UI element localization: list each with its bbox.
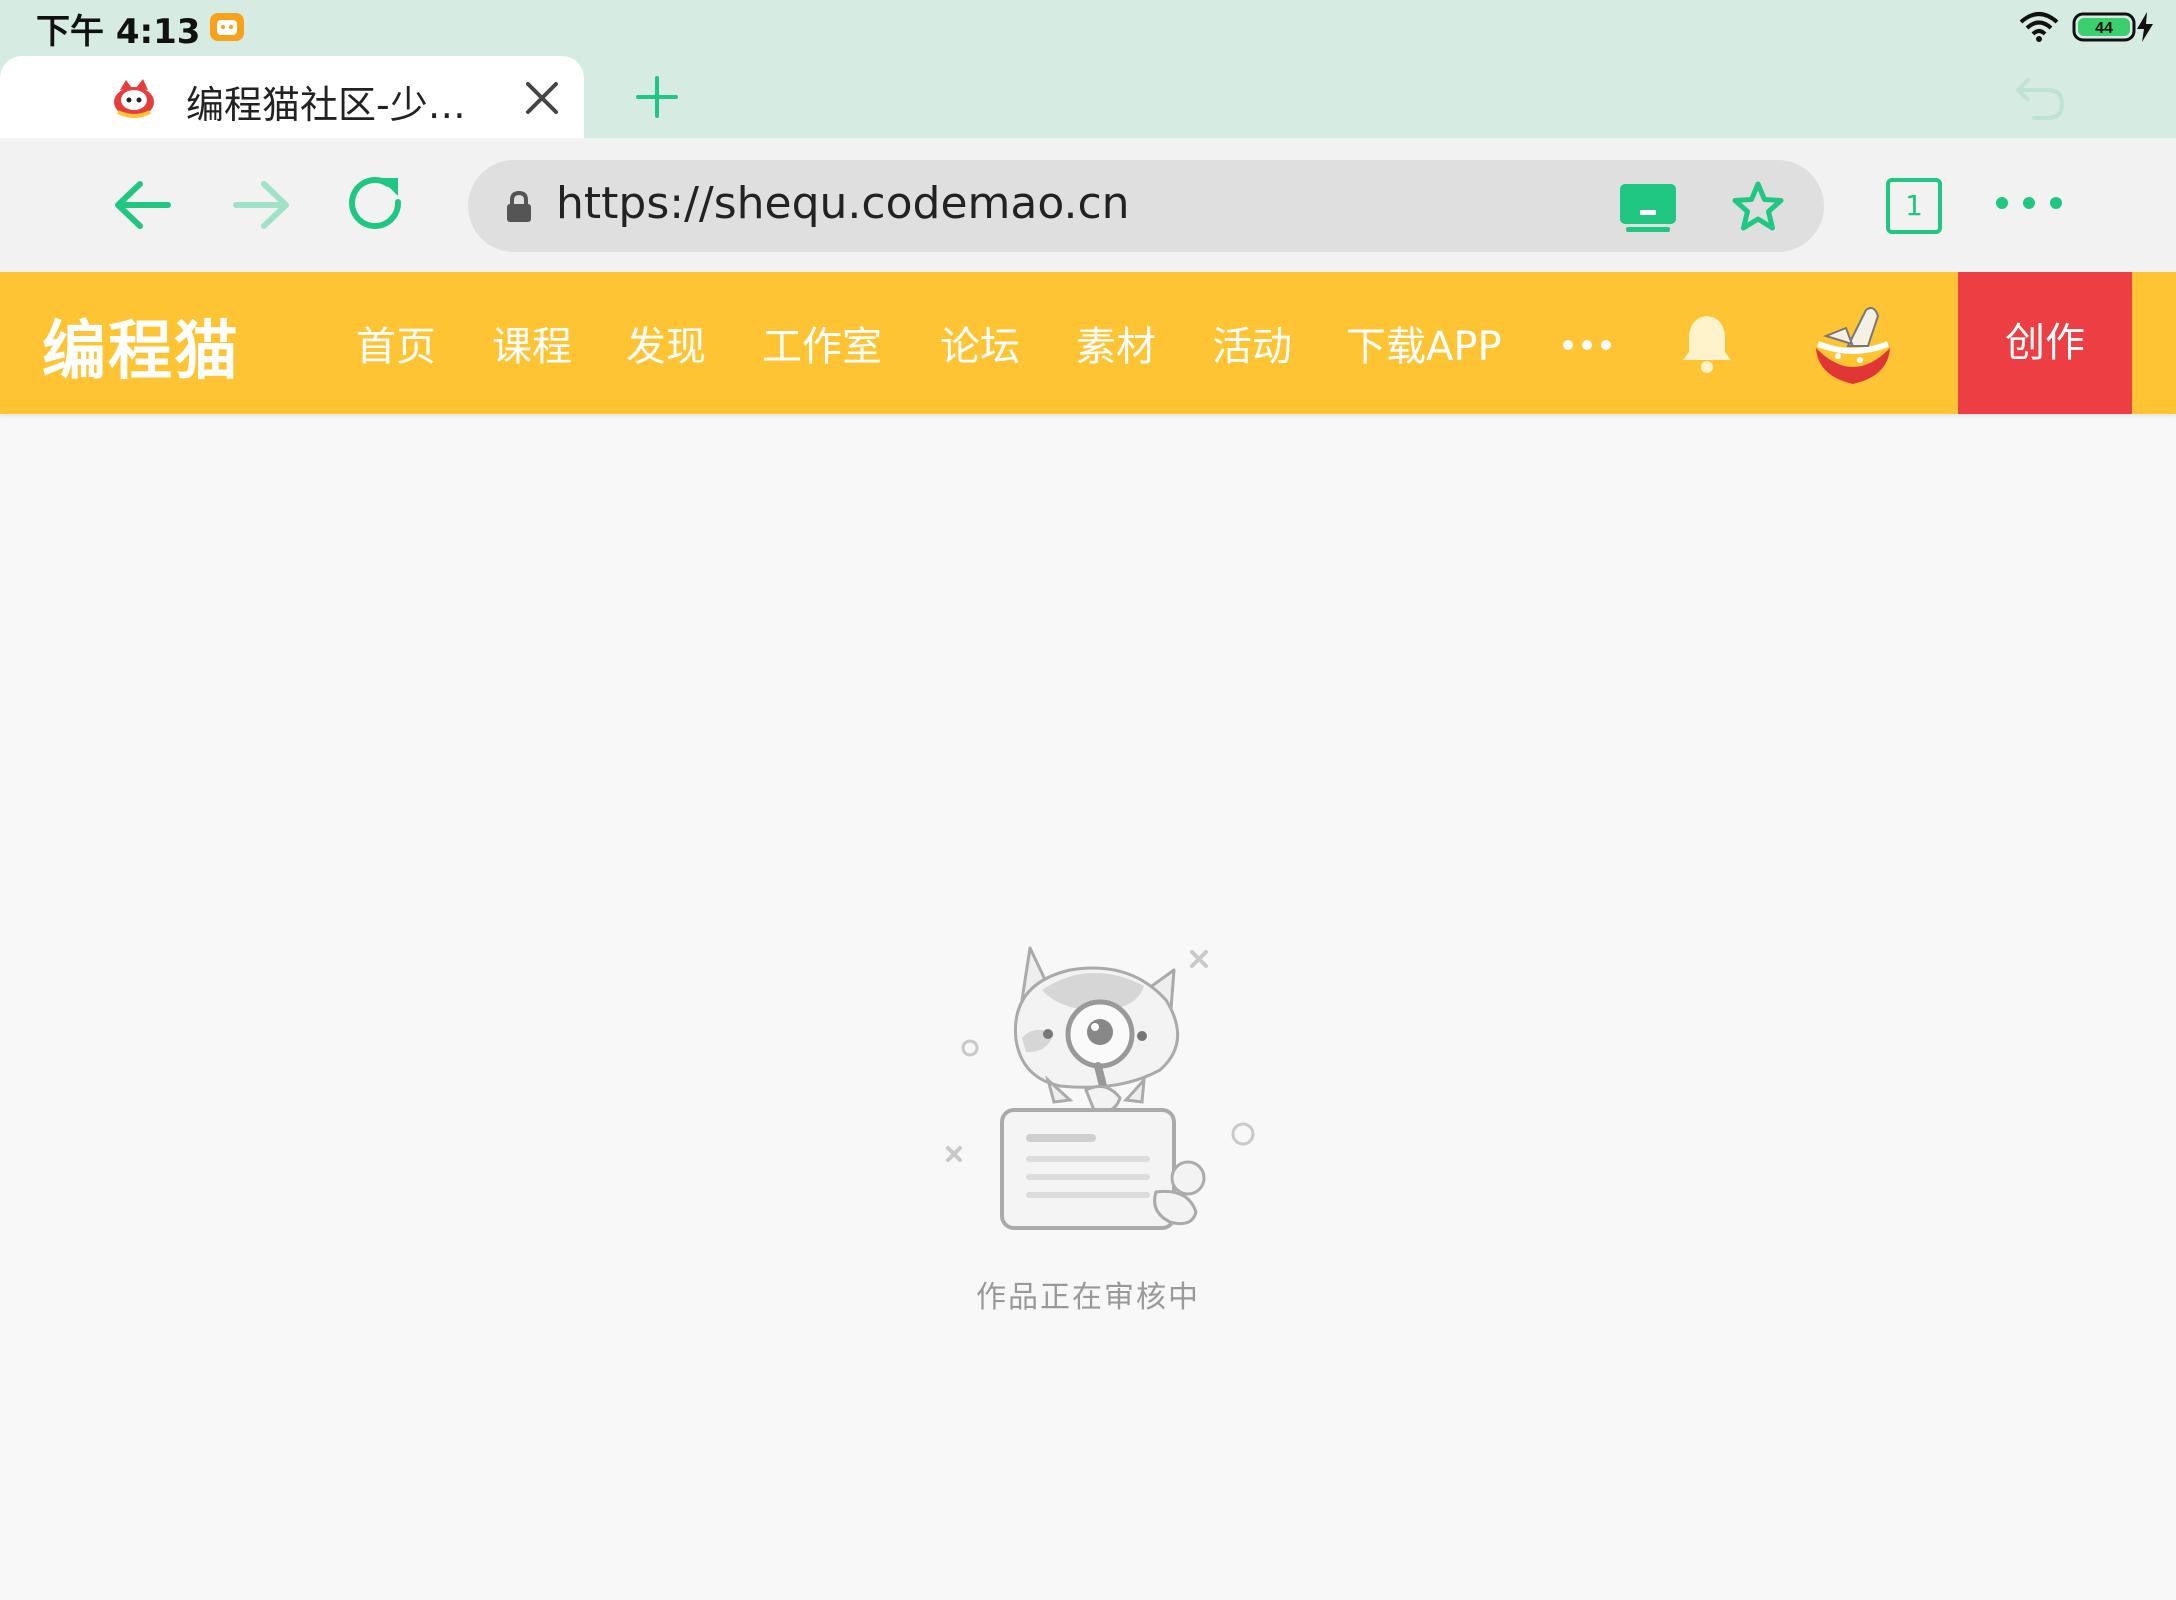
- nav-download-app[interactable]: 下载APP: [1346, 314, 1502, 372]
- nav-more-icon[interactable]: [1562, 338, 1612, 352]
- battery-level: 44: [2095, 20, 2113, 37]
- tab-strip: 编程猫社区-少…: [0, 56, 2176, 138]
- nav-courses[interactable]: 课程: [492, 314, 572, 372]
- nav-home[interactable]: 首页: [356, 314, 436, 372]
- app-notification-icon: [210, 13, 244, 41]
- tab-title: 编程猫社区-少…: [186, 83, 466, 127]
- reviewing-cat-illustration: [946, 946, 1255, 1230]
- nav-activities[interactable]: 活动: [1212, 314, 1292, 372]
- bookmark-star-icon[interactable]: [1730, 180, 1786, 234]
- close-tab-icon[interactable]: [522, 78, 562, 118]
- reload-icon[interactable]: [344, 172, 408, 236]
- wifi-icon: [2019, 12, 2059, 42]
- charging-icon: [2137, 12, 2153, 42]
- video-cast-icon[interactable]: [1618, 182, 1678, 234]
- empty-state-message: 作品正在审核中: [976, 1280, 1200, 1315]
- nav-forum[interactable]: 论坛: [940, 314, 1020, 372]
- status-time: 下午 4:13: [36, 12, 201, 52]
- new-tab-icon[interactable]: [634, 74, 680, 120]
- site-header: 编程猫 首页 课程 发现 工作室 论坛 素材 活动 下载APP 创作: [0, 272, 2176, 414]
- status-bar: 下午 4:13 44: [0, 0, 2176, 56]
- undo-icon[interactable]: [2014, 72, 2068, 122]
- user-avatar[interactable]: [1808, 298, 1898, 388]
- nav-discover[interactable]: 发现: [626, 314, 706, 372]
- browser-toolbar: https://shequ.codemao.cn 1: [0, 138, 2176, 272]
- lock-icon: [507, 190, 531, 222]
- create-button[interactable]: 创作: [1958, 272, 2132, 414]
- more-menu-icon[interactable]: [1994, 188, 2064, 218]
- nav-materials[interactable]: 素材: [1076, 314, 1156, 372]
- url-text[interactable]: https://shequ.codemao.cn: [556, 178, 1130, 229]
- address-bar[interactable]: https://shequ.codemao.cn: [468, 160, 1824, 252]
- tab-switcher-button[interactable]: 1: [1886, 178, 1942, 234]
- nav-studio[interactable]: 工作室: [762, 314, 882, 372]
- codemao-favicon-icon: [114, 79, 154, 118]
- notification-bell-icon[interactable]: [1680, 312, 1734, 374]
- site-logo[interactable]: 编程猫: [42, 300, 240, 392]
- back-arrow-icon[interactable]: [112, 174, 174, 236]
- forward-arrow-icon[interactable]: [230, 174, 292, 236]
- browser-tab[interactable]: 编程猫社区-少…: [0, 56, 584, 138]
